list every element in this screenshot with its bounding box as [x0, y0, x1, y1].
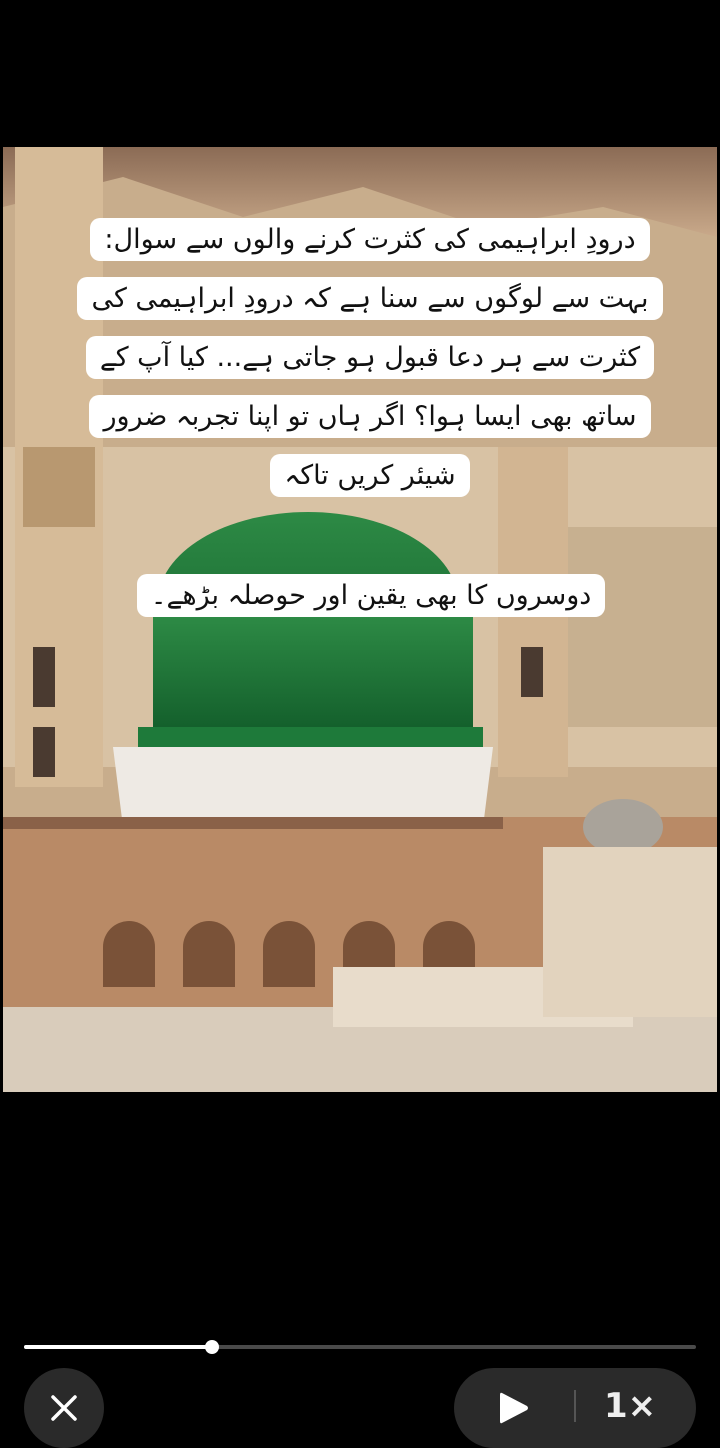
progress-scrubber[interactable]: [24, 1340, 696, 1354]
progress-fill: [24, 1345, 213, 1349]
caption-line-5: شیئر کریں تاکہ: [270, 454, 470, 497]
close-icon: [51, 1395, 77, 1421]
caption-line-3: کثرت سے ہر دعا قبول ہو جاتی ہے... کیا آپ…: [85, 336, 655, 379]
caption-line-1: درودِ ابراہیمی کی کثرت کرنے والوں سے سوا…: [90, 218, 650, 261]
caption-line-4: ساتھ بھی ایسا ہوا؟ اگر ہاں تو اپنا تجربہ…: [89, 395, 651, 438]
playback-controls: 1×: [454, 1368, 696, 1448]
caption-text-block: درودِ ابراہیمی کی کثرت کرنے والوں سے سوا…: [30, 210, 710, 505]
playback-speed-button[interactable]: 1×: [604, 1386, 656, 1426]
close-button[interactable]: [24, 1368, 104, 1448]
caption-line-2: بہت سے لوگوں سے سنا ہے کہ درودِ ابراہیمی…: [77, 277, 663, 320]
scrubber-handle[interactable]: [205, 1340, 220, 1354]
play-icon: [500, 1392, 528, 1424]
play-button[interactable]: [494, 1388, 534, 1428]
story-viewer: درودِ ابراہیمی کی کثرت کرنے والوں سے سوا…: [0, 0, 720, 1448]
caption-second-box: دوسروں کا بھی یقین اور حوصلہ بڑھے۔: [88, 566, 654, 625]
controls-divider: [574, 1390, 576, 1422]
caption-line-6: دوسروں کا بھی یقین اور حوصلہ بڑھے۔: [136, 574, 606, 617]
